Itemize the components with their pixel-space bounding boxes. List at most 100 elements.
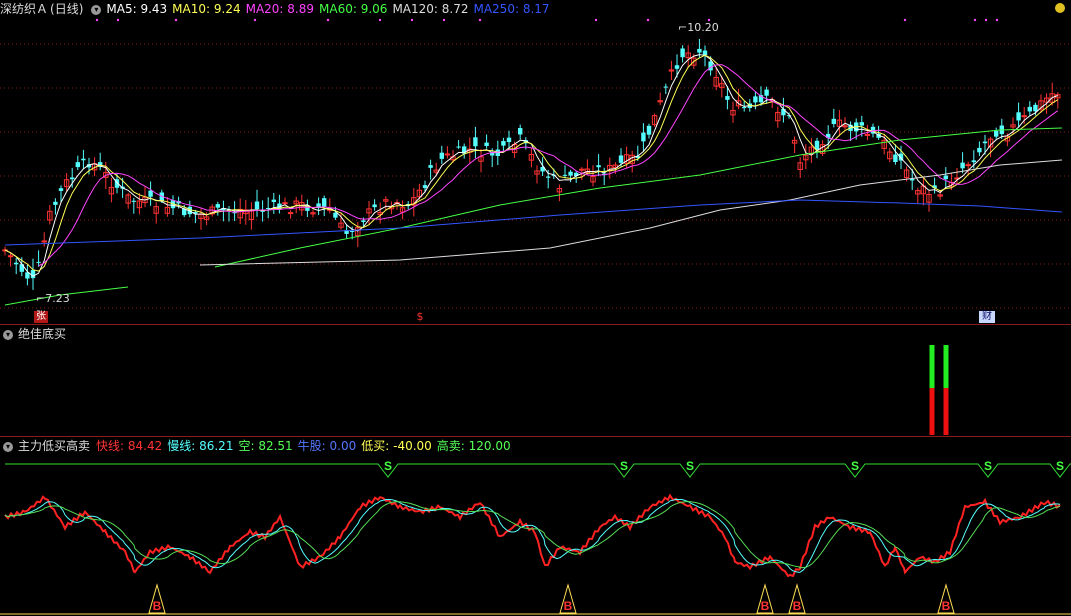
buy-marker-b: B (564, 599, 573, 613)
candle-body (518, 128, 523, 135)
event-marker-dividend[interactable]: $ (414, 311, 426, 323)
candle-body (893, 154, 898, 163)
candle-body (697, 48, 702, 53)
candle-body (977, 147, 982, 153)
candle-body (322, 198, 327, 207)
signal-dot (594, 18, 598, 22)
candle-body (663, 86, 668, 88)
candle-body (641, 132, 646, 142)
candle-body (456, 146, 461, 148)
candle-body (7, 255, 14, 258)
main-chart-panel[interactable]: 深纺织Ａ (日线) ▾ MA5: 9.43 MA10: 9.24 MA20: 8.89 MA… (0, 0, 1071, 324)
candle-body (960, 162, 965, 169)
candle-body (859, 122, 864, 126)
candle-body (282, 202, 288, 205)
event-marker-finance[interactable]: 财 (979, 311, 995, 323)
candle-body (75, 162, 80, 168)
candle-body (1016, 112, 1021, 121)
candle-body (361, 220, 366, 222)
indicator1-chart[interactable] (0, 325, 1071, 436)
candle-body (742, 107, 747, 109)
candle-body (971, 160, 976, 163)
buy-marker-b: B (793, 599, 802, 613)
candle-body (1021, 115, 1027, 118)
candle-body (14, 262, 19, 265)
buy-marker-b: B (942, 599, 951, 613)
event-marker-zhang[interactable]: 张 (34, 311, 48, 323)
candle-body (568, 171, 573, 176)
signal-dot (326, 18, 330, 22)
candle-body (444, 153, 451, 156)
candle-body (764, 89, 769, 96)
candle-body (579, 168, 585, 171)
candle-body (674, 65, 680, 69)
signal-dot (478, 18, 482, 22)
buy-marker-b: B (153, 599, 162, 613)
candle-body (702, 50, 708, 56)
candle-body (994, 130, 999, 137)
signal-dot (410, 18, 414, 22)
candle-body (562, 174, 568, 176)
signal-dot (646, 18, 650, 22)
ma250-line (4, 199, 1063, 246)
candle-body (271, 199, 276, 202)
candle-body (501, 141, 506, 146)
indicator2-chart[interactable]: S S S S S S B B B B B (0, 437, 1071, 616)
candle-body (58, 188, 64, 191)
sell-marker-s: S (620, 459, 628, 473)
empty-line (4, 501, 1061, 569)
candle-body (506, 137, 512, 143)
ma60-line (214, 127, 1063, 268)
candle-body (350, 230, 355, 232)
buy-marker-b: B (761, 599, 770, 613)
candle-body (965, 164, 971, 167)
sell-marker-s: S (984, 459, 992, 473)
signal-dot (116, 18, 120, 22)
indicator-panel-2[interactable]: ▾ 主力低买高卖 快线: 84.42 慢线: 86.21 空: 82.51 牛股: 0.0… (0, 437, 1071, 616)
fast-line (4, 493, 1061, 578)
candle-body (864, 133, 871, 136)
candle-body (943, 175, 948, 180)
candle-body (725, 96, 730, 100)
candle-body (215, 204, 220, 208)
candle-body (30, 270, 36, 279)
signal-dot (253, 18, 257, 22)
candle-body (1027, 106, 1032, 112)
buy-signal-bar-green (929, 345, 935, 388)
signal-dot (95, 18, 99, 22)
candle-body (254, 201, 260, 210)
signal-dot (442, 18, 446, 22)
candle-body (546, 176, 551, 178)
candle-body (53, 201, 58, 205)
candle-body (473, 137, 478, 147)
sell-signal-line (5, 463, 1071, 478)
buy-signal-bar-red (929, 388, 935, 435)
candle-body (36, 261, 41, 263)
sell-marker-s: S (851, 459, 859, 473)
candle-body (842, 125, 848, 128)
indicator-panel-1[interactable]: ▾ 绝佳底买 (0, 325, 1071, 436)
sell-marker-s: S (384, 459, 392, 473)
buy-signal-bar-red (943, 388, 949, 435)
candle-body (439, 152, 444, 159)
candle-body (1033, 104, 1038, 112)
candle-body (81, 158, 86, 161)
candle-body (646, 125, 652, 135)
candle-body (422, 185, 428, 188)
candle-body (70, 177, 75, 180)
buy-signal-bar-green (943, 345, 949, 388)
slow-line (4, 498, 1061, 573)
candle-body (287, 212, 294, 215)
ma20-line (38, 64, 1059, 267)
signal-dot (995, 18, 999, 22)
candle-body (618, 155, 624, 163)
candlestick-chart[interactable] (0, 0, 1071, 324)
candle-body (428, 165, 433, 168)
candle-body (131, 200, 136, 202)
signal-dot (903, 18, 907, 22)
candle-body (596, 165, 601, 168)
candle-body (333, 212, 338, 218)
candle-body (982, 141, 988, 144)
candle-body (831, 118, 836, 125)
high-price-label: ⌐10.20 (678, 21, 719, 34)
